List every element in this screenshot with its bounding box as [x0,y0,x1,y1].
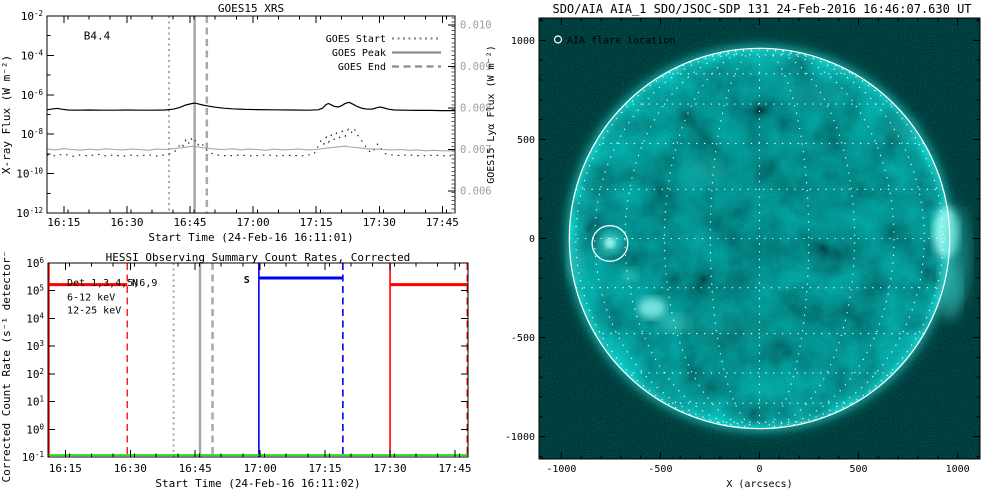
aia-solar-image-panel: SDO/AIA AIA_1 SDO/JSOC-SDP 131 24-Feb-20… [505,2,981,490]
goes-y-tick-label: 10-4 [21,48,44,62]
faint-region-5 [690,312,770,348]
goes-y-tick-label: 10-8 [21,127,44,141]
flare-halo [599,232,621,254]
goes-x-tick-label: 17:45 [426,216,459,229]
hessi-y-tick-label: 104 [26,311,44,325]
goes-x-tick-label: 16:45 [173,216,206,229]
goes-xrs-chart: GOES15 XRS 16:15 16:30 16:45 17:00 17:15 17:30… [0,2,497,244]
hessi-count-rate-chart: HESSI Observing Summary Count Rates, Cor… [0,250,472,490]
hessi-x-tick-label: 17:30 [373,462,406,475]
aia-y-tick-label: 1000 [511,36,535,47]
series-goes-xrs-short-05-4A [46,127,456,157]
hessi-flag-label: S [244,275,250,286]
hessi-x-tick-label: 16:30 [114,462,147,475]
hessi-legend-text: 12-25 keV [67,306,121,317]
goes-plot-frame [46,15,456,214]
hessi-y-tick-label: 105 [26,284,44,298]
hessi-y-tick-label: 10-1 [22,450,44,464]
aia-y-tick-label: 0 [529,234,535,245]
aia-title: SDO/AIA AIA_1 SDO/JSOC-SDP 131 24-Feb-20… [552,2,971,16]
hessi-x-axis-label: Start Time (24-Feb-16 16:11:02) [155,477,360,490]
goes-class-label: B4.4 [84,30,111,43]
hessi-y-tick-label: 100 [26,422,44,436]
hessi-title: HESSI Observing Summary Count Rates, Cor… [106,251,411,264]
flare-legend-label: AIA flare location [567,36,675,47]
goes-x-tick-label: 16:15 [47,216,80,229]
aia-x-axis-label: X (arcsecs) [726,479,792,490]
active-region-southwest-2 [657,314,691,332]
aia-x-tick-label: 500 [850,464,868,475]
aia-y-tick-label: -500 [511,333,535,344]
hessi-x-tick-label: 16:45 [179,462,212,475]
aia-x-tick-label: 1000 [946,464,970,475]
series-goes15-lyman-alpha [46,145,455,152]
hessi-y-axis-label: Corrected Count Rate (s⁻¹ detector⁻¹) [0,250,13,483]
aia-y-tick-label: 500 [517,135,535,146]
faint-region-2 [681,160,729,184]
hessi-y-tick-label: 101 [26,395,44,409]
goes-x-tick-label: 17:15 [300,216,333,229]
solar-flare-dashboard: GOES15 XRS 16:15 16:30 16:45 17:00 17:15 17:30… [0,0,1000,500]
hessi-flag-label: N [132,278,138,289]
goes-x-tick-label: 16:30 [110,216,143,229]
hessi-y-tick-label: 106 [26,256,44,270]
goes-x-tick-label: 17:00 [237,216,270,229]
active-region-southwest [638,297,666,319]
aia-y-tick-label: -1000 [505,432,535,443]
goes-legend-label: GOES Start [326,34,386,45]
goes-y-axis-label: X-ray Flux (W m⁻²) [0,55,13,174]
aia-x-tick-label: -500 [648,464,672,475]
faint-region-4 [785,85,845,105]
goes-y-tick-label: 10-10 [16,167,43,181]
aia-x-tick-label: 0 [756,464,762,475]
hessi-x-tick-label: 17:15 [309,462,342,475]
goes-y-tick-label: 10-2 [21,9,43,23]
hessi-x-tick-label: 16:15 [49,462,82,475]
hessi-legend-text: 6-12 keV [67,292,115,303]
hessi-y-tick-label: 103 [26,339,44,353]
goes-y-tick-label: 10-12 [16,206,43,220]
goes-title: GOES15 XRS [218,2,284,15]
hessi-y-tick-label: 102 [26,367,44,381]
goes-y-tick-label: 10-6 [21,88,44,102]
goes-legend-label: GOES End [338,62,386,73]
aia-image: AIA flare location [539,18,980,459]
hessi-x-tick-label: 17:00 [244,462,277,475]
faint-region-1 [622,268,638,282]
goes-x-axis-label: Start Time (24-Feb-16 16:11:01) [148,231,353,244]
hessi-x-tick-label: 17:45 [438,462,471,475]
series-goes-xrs-long-1-8A [46,101,455,112]
hessi-legend-text: Det 1,3,4,5,6,9 [67,278,157,289]
goes-legend-label: GOES Peak [332,48,386,59]
goes-x-tick-label: 17:30 [363,216,396,229]
aia-x-tick-label: -1000 [546,464,576,475]
